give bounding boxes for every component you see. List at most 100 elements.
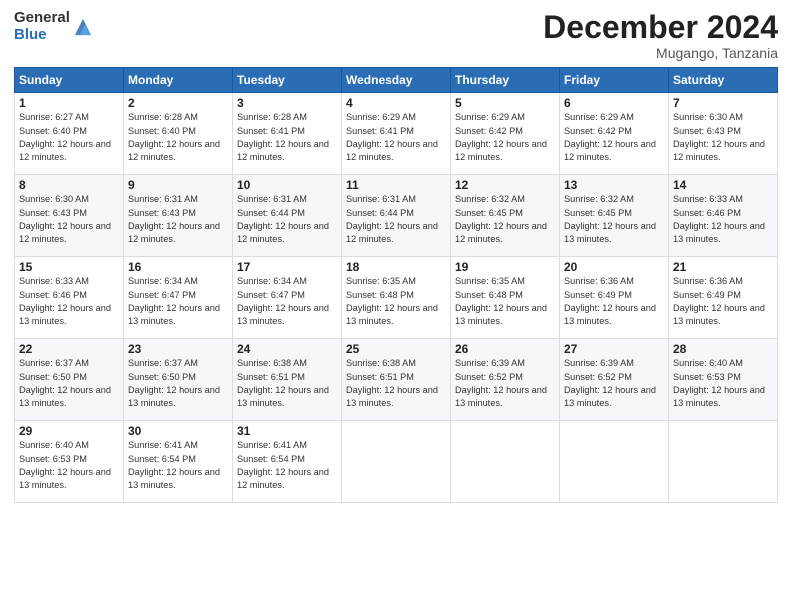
day-number: 8	[19, 178, 119, 192]
day-cell	[669, 421, 778, 503]
day-info: Sunrise: 6:41 AMSunset: 6:54 PMDaylight:…	[128, 439, 228, 492]
day-number: 12	[455, 178, 555, 192]
day-number: 10	[237, 178, 337, 192]
day-cell: 1Sunrise: 6:27 AMSunset: 6:40 PMDaylight…	[15, 93, 124, 175]
day-number: 31	[237, 424, 337, 438]
day-number: 4	[346, 96, 446, 110]
day-info: Sunrise: 6:39 AMSunset: 6:52 PMDaylight:…	[564, 357, 664, 410]
day-info: Sunrise: 6:32 AMSunset: 6:45 PMDaylight:…	[455, 193, 555, 246]
day-info: Sunrise: 6:35 AMSunset: 6:48 PMDaylight:…	[346, 275, 446, 328]
day-cell: 26Sunrise: 6:39 AMSunset: 6:52 PMDayligh…	[451, 339, 560, 421]
day-number: 19	[455, 260, 555, 274]
header: General Blue December 2024 Mugango, Tanz…	[14, 10, 778, 61]
day-number: 25	[346, 342, 446, 356]
header-cell-tuesday: Tuesday	[233, 68, 342, 93]
day-cell: 30Sunrise: 6:41 AMSunset: 6:54 PMDayligh…	[124, 421, 233, 503]
day-number: 23	[128, 342, 228, 356]
logo-blue: Blue	[14, 27, 70, 44]
day-info: Sunrise: 6:40 AMSunset: 6:53 PMDaylight:…	[19, 439, 119, 492]
day-number: 27	[564, 342, 664, 356]
day-cell	[560, 421, 669, 503]
header-cell-saturday: Saturday	[669, 68, 778, 93]
day-number: 5	[455, 96, 555, 110]
day-cell: 9Sunrise: 6:31 AMSunset: 6:43 PMDaylight…	[124, 175, 233, 257]
day-number: 16	[128, 260, 228, 274]
day-info: Sunrise: 6:30 AMSunset: 6:43 PMDaylight:…	[673, 111, 773, 164]
day-info: Sunrise: 6:41 AMSunset: 6:54 PMDaylight:…	[237, 439, 337, 492]
day-cell: 18Sunrise: 6:35 AMSunset: 6:48 PMDayligh…	[342, 257, 451, 339]
day-number: 1	[19, 96, 119, 110]
day-number: 22	[19, 342, 119, 356]
day-cell: 16Sunrise: 6:34 AMSunset: 6:47 PMDayligh…	[124, 257, 233, 339]
day-cell: 10Sunrise: 6:31 AMSunset: 6:44 PMDayligh…	[233, 175, 342, 257]
day-info: Sunrise: 6:31 AMSunset: 6:43 PMDaylight:…	[128, 193, 228, 246]
day-info: Sunrise: 6:31 AMSunset: 6:44 PMDaylight:…	[346, 193, 446, 246]
calendar-table: SundayMondayTuesdayWednesdayThursdayFrid…	[14, 67, 778, 503]
day-number: 6	[564, 96, 664, 110]
day-number: 17	[237, 260, 337, 274]
week-row-4: 22 Sunrise: 6:37 AMSunset: 6:50 PMDayligh…	[15, 339, 778, 421]
day-cell: 11Sunrise: 6:31 AMSunset: 6:44 PMDayligh…	[342, 175, 451, 257]
day-info: Sunrise: 6:29 AMSunset: 6:42 PMDaylight:…	[564, 111, 664, 164]
week-row-2: 8Sunrise: 6:30 AMSunset: 6:43 PMDaylight…	[15, 175, 778, 257]
day-info: Sunrise: 6:28 AMSunset: 6:41 PMDaylight:…	[237, 111, 337, 164]
location: Mugango, Tanzania	[543, 45, 778, 61]
week-row-1: 1Sunrise: 6:27 AMSunset: 6:40 PMDaylight…	[15, 93, 778, 175]
day-number: 15	[19, 260, 119, 274]
day-info: Sunrise: 6:30 AMSunset: 6:43 PMDaylight:…	[19, 193, 119, 246]
day-info: Sunrise: 6:31 AMSunset: 6:44 PMDaylight:…	[237, 193, 337, 246]
day-cell: 19Sunrise: 6:35 AMSunset: 6:48 PMDayligh…	[451, 257, 560, 339]
day-info: Sunrise: 6:35 AMSunset: 6:48 PMDaylight:…	[455, 275, 555, 328]
day-info: Sunrise: 6:40 AMSunset: 6:53 PMDaylight:…	[673, 357, 773, 410]
day-cell: 29Sunrise: 6:40 AMSunset: 6:53 PMDayligh…	[15, 421, 124, 503]
day-info: Sunrise: 6:33 AMSunset: 6:46 PMDaylight:…	[19, 275, 119, 328]
title-area: December 2024 Mugango, Tanzania	[543, 10, 778, 61]
day-info: Sunrise: 6:27 AMSunset: 6:40 PMDaylight:…	[19, 111, 119, 164]
calendar-header: SundayMondayTuesdayWednesdayThursdayFrid…	[15, 68, 778, 93]
day-number: 7	[673, 96, 773, 110]
logo-icon	[72, 16, 94, 38]
header-cell-monday: Monday	[124, 68, 233, 93]
day-info: Sunrise: 6:34 AMSunset: 6:47 PMDaylight:…	[128, 275, 228, 328]
day-cell: 22Sunrise: 6:37 AMSunset: 6:50 PMDayligh…	[15, 339, 124, 421]
month-title: December 2024	[543, 10, 778, 45]
page: General Blue December 2024 Mugango, Tanz…	[0, 0, 792, 612]
day-number: 24	[237, 342, 337, 356]
logo-text: General Blue	[14, 10, 70, 43]
day-info: Sunrise: 6:36 AMSunset: 6:49 PMDaylight:…	[564, 275, 664, 328]
day-number: 28	[673, 342, 773, 356]
logo-general: General	[14, 10, 70, 27]
header-cell-wednesday: Wednesday	[342, 68, 451, 93]
day-number: 30	[128, 424, 228, 438]
day-cell: 23Sunrise: 6:37 AMSunset: 6:50 PMDayligh…	[124, 339, 233, 421]
header-cell-friday: Friday	[560, 68, 669, 93]
day-cell	[342, 421, 451, 503]
day-cell: 14Sunrise: 6:33 AMSunset: 6:46 PMDayligh…	[669, 175, 778, 257]
day-info: Sunrise: 6:33 AMSunset: 6:46 PMDaylight:…	[673, 193, 773, 246]
calendar-body: 1Sunrise: 6:27 AMSunset: 6:40 PMDaylight…	[15, 93, 778, 503]
header-cell-sunday: Sunday	[15, 68, 124, 93]
day-cell: 31Sunrise: 6:41 AMSunset: 6:54 PMDayligh…	[233, 421, 342, 503]
day-number: 14	[673, 178, 773, 192]
day-info: Sunrise: 6:36 AMSunset: 6:49 PMDaylight:…	[673, 275, 773, 328]
day-cell: 3Sunrise: 6:28 AMSunset: 6:41 PMDaylight…	[233, 93, 342, 175]
day-number: 2	[128, 96, 228, 110]
day-cell: 17Sunrise: 6:34 AMSunset: 6:47 PMDayligh…	[233, 257, 342, 339]
day-info: Sunrise: 6:39 AMSunset: 6:52 PMDaylight:…	[455, 357, 555, 410]
day-number: 20	[564, 260, 664, 274]
day-cell: 25Sunrise: 6:38 AMSunset: 6:51 PMDayligh…	[342, 339, 451, 421]
day-info: Sunrise: 6:38 AMSunset: 6:51 PMDaylight:…	[237, 357, 337, 410]
day-cell: 12Sunrise: 6:32 AMSunset: 6:45 PMDayligh…	[451, 175, 560, 257]
week-row-5: 29Sunrise: 6:40 AMSunset: 6:53 PMDayligh…	[15, 421, 778, 503]
day-number: 18	[346, 260, 446, 274]
day-cell: 6Sunrise: 6:29 AMSunset: 6:42 PMDaylight…	[560, 93, 669, 175]
day-info: Sunrise: 6:34 AMSunset: 6:47 PMDaylight:…	[237, 275, 337, 328]
day-cell: 24Sunrise: 6:38 AMSunset: 6:51 PMDayligh…	[233, 339, 342, 421]
day-info: Sunrise: 6:29 AMSunset: 6:42 PMDaylight:…	[455, 111, 555, 164]
day-info: Sunrise: 6:32 AMSunset: 6:45 PMDaylight:…	[564, 193, 664, 246]
day-number: 11	[346, 178, 446, 192]
day-cell: 7Sunrise: 6:30 AMSunset: 6:43 PMDaylight…	[669, 93, 778, 175]
day-cell: 28Sunrise: 6:40 AMSunset: 6:53 PMDayligh…	[669, 339, 778, 421]
header-row: SundayMondayTuesdayWednesdayThursdayFrid…	[15, 68, 778, 93]
day-info: Sunrise: 6:37 AMSunset: 6:50 PMDaylight:…	[128, 357, 228, 410]
